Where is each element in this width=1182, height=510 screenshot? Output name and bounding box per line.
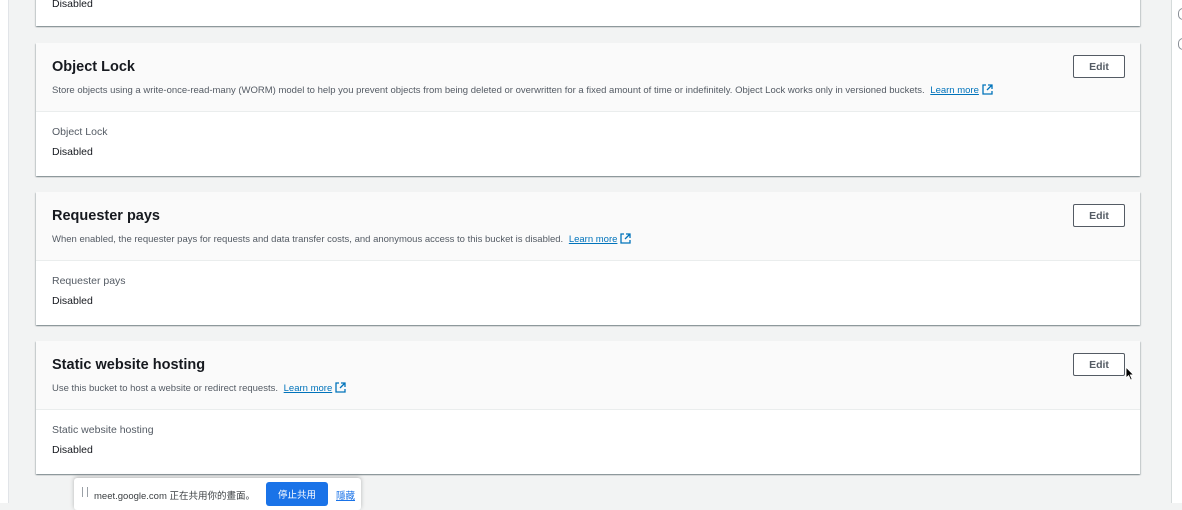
description-text: Store objects using a write-once-read-ma…	[52, 85, 925, 96]
static-website-hosting-section: Static website hosting Use this bucket t…	[36, 341, 1140, 474]
side-panel-icon	[1178, 38, 1182, 50]
field-value: Disabled	[52, 146, 93, 158]
learn-more-link[interactable]: Learn more	[930, 85, 979, 96]
side-panel-icon	[1178, 8, 1182, 20]
edit-button[interactable]: Edit	[1073, 353, 1125, 376]
section-header: Requester pays When enabled, the request…	[36, 192, 1140, 261]
section-body: Static website hosting Disabled	[36, 410, 1140, 474]
section-title: Requester pays	[52, 208, 160, 224]
mouse-pointer-icon	[1125, 366, 1135, 381]
hide-link[interactable]: 隱藏	[336, 488, 355, 502]
drag-handle-icon[interactable]	[82, 487, 88, 497]
learn-more-link[interactable]: Learn more	[284, 383, 333, 394]
field-value: Disabled	[52, 444, 93, 456]
section-description: Use this bucket to host a website or red…	[52, 382, 346, 394]
external-link-icon[interactable]	[620, 233, 632, 244]
section-title: Static website hosting	[52, 357, 206, 373]
section-description: Store objects using a write-once-read-ma…	[52, 84, 993, 96]
external-link-icon[interactable]	[335, 382, 346, 393]
stop-sharing-button[interactable]: 停止共用	[266, 482, 328, 506]
external-link-icon[interactable]	[982, 84, 993, 95]
section-body: Requester pays Disabled	[36, 261, 1140, 325]
description-text: When enabled, the requester pays for req…	[52, 234, 564, 245]
requester-pays-section: Requester pays When enabled, the request…	[36, 192, 1140, 325]
edit-button[interactable]: Edit	[1073, 204, 1125, 227]
section-description: When enabled, the requester pays for req…	[52, 233, 632, 245]
field-label: Object Lock	[52, 126, 108, 138]
field-value: Disabled	[52, 295, 93, 307]
field-label: Static website hosting	[52, 424, 154, 436]
section-header: Static website hosting Use this bucket t…	[36, 341, 1140, 410]
left-edge	[0, 0, 9, 503]
learn-more-link[interactable]: Learn more	[569, 234, 618, 245]
previous-section-value: Disabled	[52, 0, 93, 10]
screen-share-bar: meet.google.com 正在共用你的畫面。 停止共用 隱藏	[74, 478, 361, 510]
section-body: Object Lock Disabled	[36, 112, 1140, 176]
edit-button[interactable]: Edit	[1073, 55, 1125, 78]
field-label: Requester pays	[52, 275, 126, 287]
section-title: Object Lock	[52, 59, 135, 75]
section-header: Object Lock Store objects using a write-…	[36, 43, 1140, 112]
object-lock-section: Object Lock Store objects using a write-…	[36, 43, 1140, 176]
description-text: Use this bucket to host a website or red…	[52, 383, 278, 394]
share-message: meet.google.com 正在共用你的畫面。	[94, 491, 256, 502]
previous-section-card: Disabled	[36, 0, 1140, 26]
right-side-panel	[1171, 0, 1182, 503]
